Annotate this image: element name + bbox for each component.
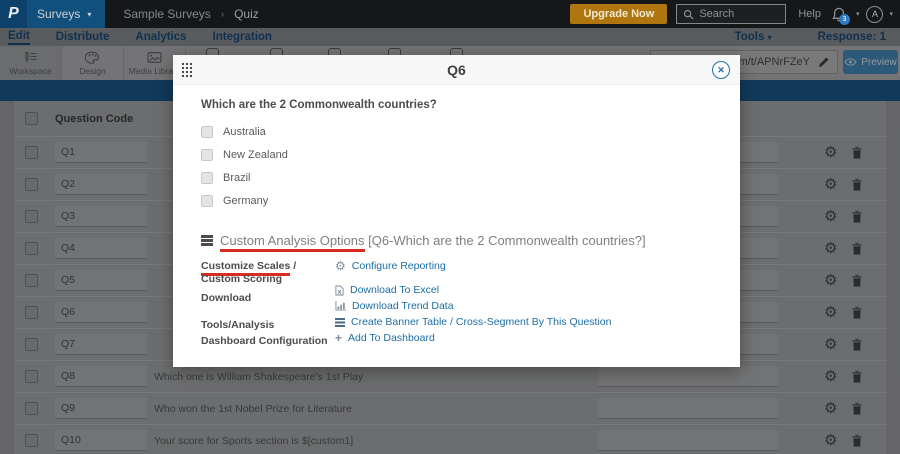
link-label: Download Trend Data bbox=[352, 300, 454, 312]
link-add-to-dashboard[interactable]: + Add To Dashboard bbox=[335, 332, 612, 344]
avatar[interactable]: A bbox=[866, 6, 883, 23]
link-label: Create Banner Table / Cross-Segment By T… bbox=[351, 316, 612, 328]
category-customize-scales: Customize Scales / Custom Scoring bbox=[201, 260, 335, 286]
category-download: Download bbox=[201, 292, 335, 305]
search-input[interactable] bbox=[699, 8, 779, 20]
link-configure-reporting[interactable]: ⚙ Configure Reporting bbox=[335, 260, 612, 272]
section-title: Custom Analysis Options [Q6-Which are th… bbox=[220, 233, 646, 248]
link-create-banner-table[interactable]: Create Banner Table / Cross-Segment By T… bbox=[335, 316, 612, 328]
search-box[interactable] bbox=[676, 4, 786, 24]
answer-option: Brazil bbox=[201, 166, 740, 189]
custom-analysis-section-header: Custom Analysis Options [Q6-Which are th… bbox=[201, 233, 740, 248]
option-label: Brazil bbox=[223, 172, 251, 184]
cogs-icon: ⚙ bbox=[335, 261, 346, 271]
category-dashboard-configuration: Dashboard Configuration bbox=[201, 335, 335, 348]
notification-badge: 3 bbox=[839, 14, 850, 25]
option-checkbox[interactable] bbox=[201, 149, 213, 161]
modal-question-text: Which are the 2 Commonwealth countries? bbox=[201, 99, 740, 111]
option-label: Australia bbox=[223, 126, 266, 138]
option-label: Germany bbox=[223, 195, 268, 207]
search-icon bbox=[683, 9, 694, 20]
answer-option: Australia bbox=[201, 120, 740, 143]
plus-icon: + bbox=[335, 333, 342, 343]
answer-option: Germany bbox=[201, 189, 740, 212]
category-tools-analysis: Tools/Analysis bbox=[201, 319, 335, 332]
close-icon[interactable]: ✕ bbox=[712, 61, 730, 79]
modal-title: Q6 bbox=[173, 62, 740, 78]
product-menu-surveys[interactable]: Surveys ▾ bbox=[27, 0, 105, 28]
modal-body: Which are the 2 Commonwealth countries? … bbox=[173, 85, 740, 348]
caret-down-icon: ▾ bbox=[87, 10, 91, 19]
modal-header: Q6 ✕ bbox=[173, 55, 740, 85]
answer-options: Australia New Zealand Brazil Germany bbox=[201, 120, 740, 212]
caret-down-icon[interactable]: ▾ bbox=[889, 10, 893, 18]
link-label: Download To Excel bbox=[350, 284, 439, 296]
link-download-to-excel[interactable]: Download To Excel bbox=[335, 284, 612, 296]
section-title-rest: [Q6-Which are the 2 Commonwealth countri… bbox=[365, 233, 646, 248]
top-bar: P Surveys ▾ Sample Surveys › Quiz Upgrad… bbox=[0, 0, 900, 28]
option-label: New Zealand bbox=[223, 149, 288, 161]
breadcrumb-separator: › bbox=[221, 9, 224, 20]
links-column: ⚙ Configure Reporting Download To Excel … bbox=[335, 260, 612, 348]
app-logo[interactable]: P bbox=[0, 0, 27, 28]
link-label: Add To Dashboard bbox=[348, 332, 435, 344]
list-icon bbox=[201, 235, 213, 237]
help-link[interactable]: Help bbox=[798, 8, 821, 20]
bar-chart-icon bbox=[335, 301, 346, 311]
breadcrumb: Sample Surveys › Quiz bbox=[123, 7, 258, 21]
option-checkbox[interactable] bbox=[201, 126, 213, 138]
option-checkbox[interactable] bbox=[201, 195, 213, 207]
section-title-annotated: Custom Analysis Options bbox=[220, 233, 365, 252]
link-download-trend-data[interactable]: Download Trend Data bbox=[335, 300, 612, 312]
category-column: Customize Scales / Custom Scoring Downlo… bbox=[201, 260, 335, 348]
breadcrumb-leaf: Quiz bbox=[234, 7, 259, 21]
option-checkbox[interactable] bbox=[201, 172, 213, 184]
excel-file-icon bbox=[335, 285, 344, 296]
product-menu-label: Surveys bbox=[37, 7, 80, 21]
analysis-options-columns: Customize Scales / Custom Scoring Downlo… bbox=[201, 260, 740, 348]
link-label: Configure Reporting bbox=[352, 260, 446, 272]
notifications-button[interactable]: 3 bbox=[832, 7, 846, 22]
upgrade-now-button[interactable]: Upgrade Now bbox=[570, 4, 667, 24]
caret-down-icon[interactable]: ▾ bbox=[856, 10, 860, 18]
question-settings-modal: Q6 ✕ Which are the 2 Commonwealth countr… bbox=[173, 55, 740, 367]
breadcrumb-parent[interactable]: Sample Surveys bbox=[123, 7, 210, 21]
banner-table-icon bbox=[335, 318, 345, 320]
answer-option: New Zealand bbox=[201, 143, 740, 166]
